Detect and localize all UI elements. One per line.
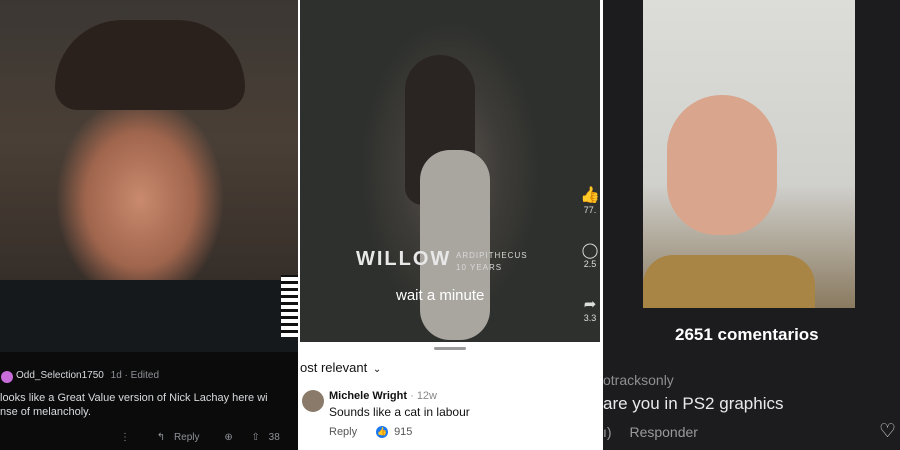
reply-button[interactable]: ↰ Reply <box>157 432 209 443</box>
qr-code-graphic <box>281 275 298 337</box>
video-side-actions: 👍 77. ◯ 2.5 ➦ 3.3 <box>580 185 600 349</box>
share-icon[interactable]: ➦ <box>580 295 600 313</box>
man-shirt-shape <box>0 280 298 352</box>
reddit-screenshot-panel: Odd_Selection1750 1d · Edited looks like… <box>0 0 298 450</box>
tiktok-screenshot-panel: 2651 comentarios otracksonly are you in … <box>603 0 900 450</box>
comment-username[interactable]: Odd_Selection1750 <box>16 370 104 381</box>
avatar[interactable] <box>1 371 13 383</box>
facebook-screenshot-panel: 👍 77. ◯ 2.5 ➦ 3.3 WILLOW ARDIPITHECUS 10… <box>300 0 600 450</box>
comment-count: 2.5 <box>583 259 597 269</box>
comment-text: Sounds like a cat in labour <box>329 405 470 419</box>
left-fragment: ı) <box>603 424 612 440</box>
sort-dropdown[interactable]: ost relevant ⌄ <box>300 360 381 375</box>
thumbs-up-icon: 👍 <box>376 426 388 439</box>
vote-count: 38 <box>268 432 280 443</box>
overlay-sub-line2: 10 YEARS <box>456 263 503 272</box>
video-overlay-title: WILLOW <box>356 248 452 270</box>
man-face-shape <box>667 95 777 235</box>
reddit-comment: Odd_Selection1750 1d · Edited looks like… <box>0 352 298 450</box>
like-count: 915 <box>394 426 413 438</box>
like-icon[interactable]: 👍 <box>580 185 600 205</box>
heart-icon[interactable]: ♡ <box>879 420 896 443</box>
man-hair-shape <box>55 20 245 110</box>
comment-icon[interactable]: ◯ <box>580 241 600 259</box>
chevron-down-icon: ⌄ <box>372 364 382 375</box>
singer-body-shape <box>420 150 490 340</box>
comment-time: · 12w <box>410 390 437 402</box>
comment-author: Michele Wright · 12w <box>329 390 437 402</box>
reply-icon: ↰ <box>156 432 166 443</box>
share-count: 3.3 <box>583 313 597 323</box>
comment-body-line2: nse of melancholy. <box>0 406 91 418</box>
reply-button[interactable]: ı) Responder <box>603 424 698 440</box>
comment-username[interactable]: otracksonly <box>603 372 674 388</box>
man-jacket-shape <box>643 255 815 308</box>
comments-count-header: 2651 comentarios <box>675 325 819 344</box>
more-options-icon[interactable]: ⋮ <box>120 432 130 443</box>
sort-label: ost relevant <box>300 360 368 375</box>
video-overlay-subtitle: ARDIPITHECUS 10 YEARS <box>456 250 528 274</box>
award-icon[interactable]: ⊕ <box>224 432 232 443</box>
author-name[interactable]: Michele Wright <box>329 390 407 402</box>
reaction-count: 👍 915 <box>376 426 413 439</box>
reply-label: Reply <box>173 432 200 443</box>
like-count: 77. <box>583 205 597 215</box>
comment-body-line1: looks like a Great Value version of Nick… <box>0 392 268 404</box>
video-caption: wait a minute <box>396 287 485 304</box>
sheet-drag-handle[interactable] <box>434 347 466 350</box>
avatar[interactable] <box>302 390 324 412</box>
reply-button[interactable]: Reply <box>329 426 357 438</box>
upvote-icon[interactable]: ⇧ <box>251 432 259 443</box>
comment-meta: 1d · Edited <box>110 370 160 381</box>
comment-text: are you in PS2 graphics <box>603 394 784 413</box>
reply-label: Responder <box>629 424 698 440</box>
overlay-sub-line1: ARDIPITHECUS <box>456 251 528 260</box>
